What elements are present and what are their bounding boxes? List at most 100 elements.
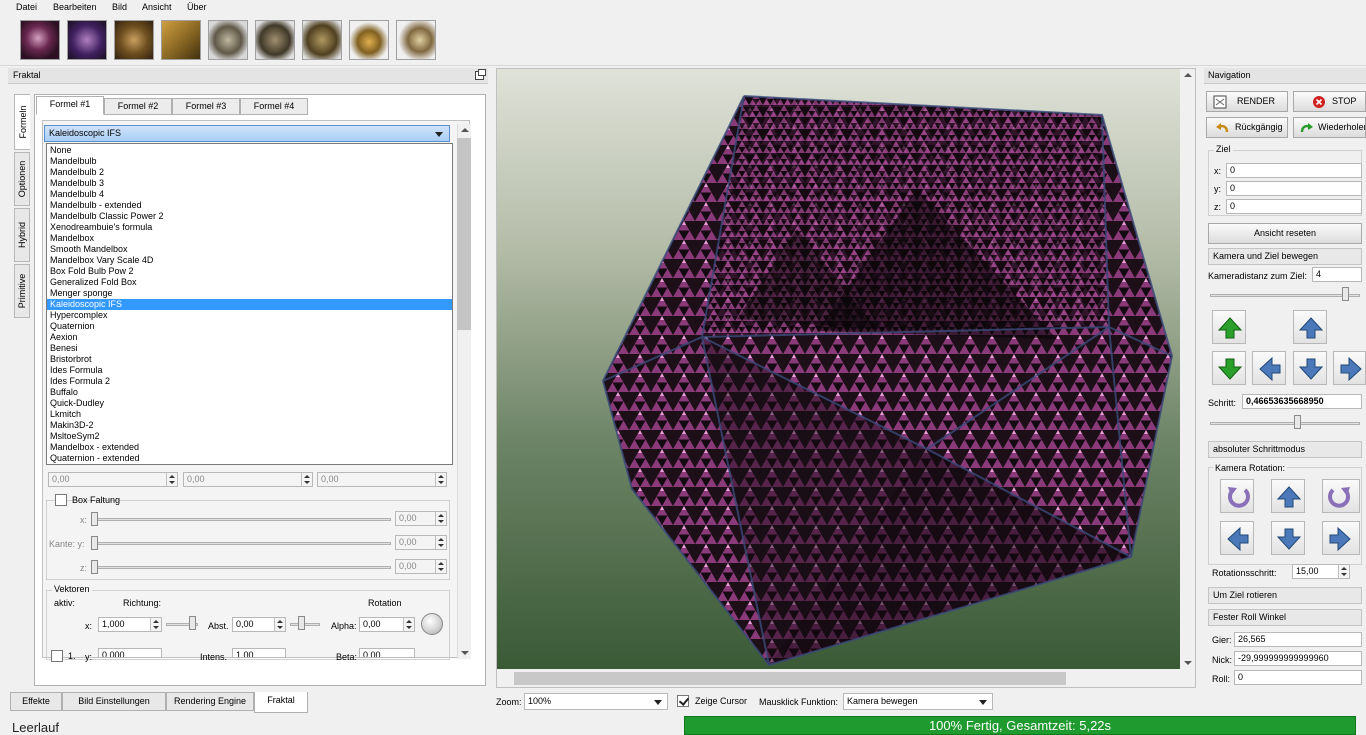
formula-option[interactable]: Mandelbulb Classic Power 2 (47, 211, 452, 222)
box-fold-y-slider[interactable] (96, 542, 391, 545)
rotate-up-button[interactable] (1271, 479, 1305, 513)
formula-option[interactable]: None (47, 145, 452, 156)
tab-bild-einstellungen[interactable]: Bild Einstellungen (62, 692, 166, 711)
tab-formel-4[interactable]: Formel #4 (240, 98, 308, 115)
render-view[interactable] (497, 69, 1180, 669)
preset-pyramid-icon[interactable] (349, 20, 389, 60)
formula-dropdown-list[interactable]: None Mandelbulb Mandelbulb 2 Mandelbulb 3 Ma… (46, 143, 453, 465)
vector-x-field[interactable]: 1,000 (98, 617, 162, 632)
mouse-function-select[interactable]: Kamera bewegen (843, 693, 993, 710)
formula-option[interactable]: Hypercomplex (47, 310, 452, 321)
offset-z-field[interactable]: 0,00 (317, 472, 447, 487)
abst-field[interactable]: 0,00 (232, 617, 286, 632)
rotation-step-field[interactable]: 15,00 (1292, 564, 1350, 579)
target-y-field[interactable]: 0 (1226, 181, 1362, 196)
roll-left-button[interactable] (1220, 479, 1254, 513)
move-up-button[interactable] (1293, 310, 1327, 344)
move-forward-button[interactable] (1212, 310, 1246, 344)
formula-option[interactable]: Ides Formula (47, 365, 452, 376)
abst-slider[interactable] (290, 623, 320, 626)
formula-option[interactable]: Quaternion (47, 321, 452, 332)
slider-handle[interactable] (298, 616, 305, 630)
formula-option[interactable]: Generalized Fold Box (47, 277, 452, 288)
offset-y-field[interactable]: 0,00 (183, 472, 313, 487)
slider-handle[interactable] (91, 560, 98, 574)
tab-fraktal[interactable]: Fraktal (254, 692, 308, 713)
formula-option[interactable]: Smooth Mandelbox (47, 244, 452, 255)
box-fold-z-slider[interactable] (96, 566, 391, 569)
preset-ifs-icosahedron-icon[interactable] (67, 20, 107, 60)
slider-handle[interactable] (189, 616, 196, 630)
preset-mandelbulb-icon[interactable] (20, 20, 60, 60)
preset-gear-icon[interactable] (302, 20, 342, 60)
move-right-button[interactable] (1333, 351, 1366, 385)
spin-icon[interactable] (435, 512, 446, 525)
formula-option[interactable]: Menger sponge (47, 288, 452, 299)
formula-option[interactable]: Lkmitch (47, 409, 452, 420)
preset-cube-icon[interactable] (161, 20, 201, 60)
absolute-step-section[interactable]: absoluter Schrittmodus (1208, 441, 1362, 458)
preset-abox-icon[interactable] (208, 20, 248, 60)
formula-option[interactable]: Box Fold Bulb Pow 2 (47, 266, 452, 277)
rotate-down-button[interactable] (1271, 521, 1305, 555)
preset-ornament-icon[interactable] (396, 20, 436, 60)
formula-option[interactable]: Mandelbox (47, 233, 452, 244)
formula-option[interactable]: Mandelbulb 4 (47, 189, 452, 200)
redo-button[interactable]: Wiederholen (1293, 117, 1366, 138)
formula-option[interactable]: Quaternion - extended (47, 453, 452, 464)
tab-formel-3[interactable]: Formel #3 (172, 98, 240, 115)
move-left-button[interactable] (1252, 351, 1286, 385)
yaw-field[interactable]: 26,565 (1234, 632, 1362, 647)
formula-select[interactable]: Kaleidoscopic IFS (44, 125, 450, 142)
formula-option[interactable]: Mandelbulb - extended (47, 200, 452, 211)
vector-y-field[interactable]: 0,000 (98, 648, 162, 658)
formula-option[interactable]: Xenodreambuie's formula (47, 222, 452, 233)
render-button[interactable]: RENDER (1206, 91, 1288, 112)
formula-option[interactable]: Makin3D-2 (47, 420, 452, 431)
spin-icon[interactable] (435, 536, 446, 549)
formula-option[interactable]: Ides Formula 2 (47, 376, 452, 387)
alpha-field[interactable]: 0,00 (359, 617, 415, 632)
side-tab-formeln[interactable]: Formeln (14, 94, 30, 150)
formula-option[interactable]: Quick-Dudley (47, 398, 452, 409)
preset-menger-icon[interactable] (255, 20, 295, 60)
move-down-button[interactable] (1293, 351, 1327, 385)
formula-option[interactable]: MsltoeSym2 (47, 431, 452, 442)
preset-mandelbox-icon[interactable] (114, 20, 154, 60)
spin-icon[interactable] (403, 618, 414, 631)
formula-option[interactable]: Kaleidoscopic IFS (47, 299, 452, 310)
menu-bearbeiten[interactable]: Bearbeiten (53, 2, 97, 12)
formula-option[interactable]: Mandelbulb (47, 156, 452, 167)
box-fold-z-field[interactable]: 0,00 (395, 559, 447, 574)
formula-option[interactable]: Buffalo (47, 387, 452, 398)
tab-formel-2[interactable]: Formel #2 (104, 98, 172, 115)
offset-x-field[interactable]: 0,00 (48, 472, 178, 487)
formula-option[interactable]: Aexion (47, 332, 452, 343)
scroll-up-icon[interactable] (461, 128, 469, 132)
spin-icon[interactable] (435, 560, 446, 573)
box-fold-x-slider[interactable] (96, 518, 391, 521)
intens-field[interactable]: 1,00 (232, 648, 286, 658)
spin-icon[interactable] (150, 618, 161, 631)
menu-ansicht[interactable]: Ansicht (142, 2, 172, 12)
target-z-field[interactable]: 0 (1226, 199, 1362, 214)
rotate-around-target-section[interactable]: Um Ziel rotieren (1208, 587, 1362, 604)
spin-icon[interactable] (1338, 565, 1349, 578)
formula-option[interactable]: Mandelbox - extended (47, 442, 452, 453)
formula-option[interactable]: Mandelbulb 3 (47, 178, 452, 189)
spin-icon[interactable] (166, 473, 177, 486)
step-slider[interactable] (1210, 422, 1360, 425)
float-dock-icon[interactable] (475, 69, 486, 80)
side-tab-primitive[interactable]: Primitive (14, 264, 30, 318)
viewport-vertical-scrollbar[interactable] (1181, 69, 1195, 669)
menu-bild[interactable]: Bild (112, 2, 127, 12)
viewport-scroll-thumb[interactable] (514, 672, 1066, 685)
rotate-left-button[interactable] (1220, 521, 1254, 555)
fixed-roll-section[interactable]: Fester Roll Winkel (1208, 609, 1362, 626)
formula-scroll-thumb[interactable] (457, 138, 471, 330)
move-camera-section[interactable]: Kamera und Ziel bewegen (1208, 248, 1362, 265)
box-fold-checkbox[interactable] (55, 494, 67, 506)
distance-field[interactable]: 4 (1312, 267, 1362, 282)
zoom-select[interactable]: 100% (524, 693, 668, 710)
scroll-down-icon[interactable] (1184, 661, 1192, 665)
